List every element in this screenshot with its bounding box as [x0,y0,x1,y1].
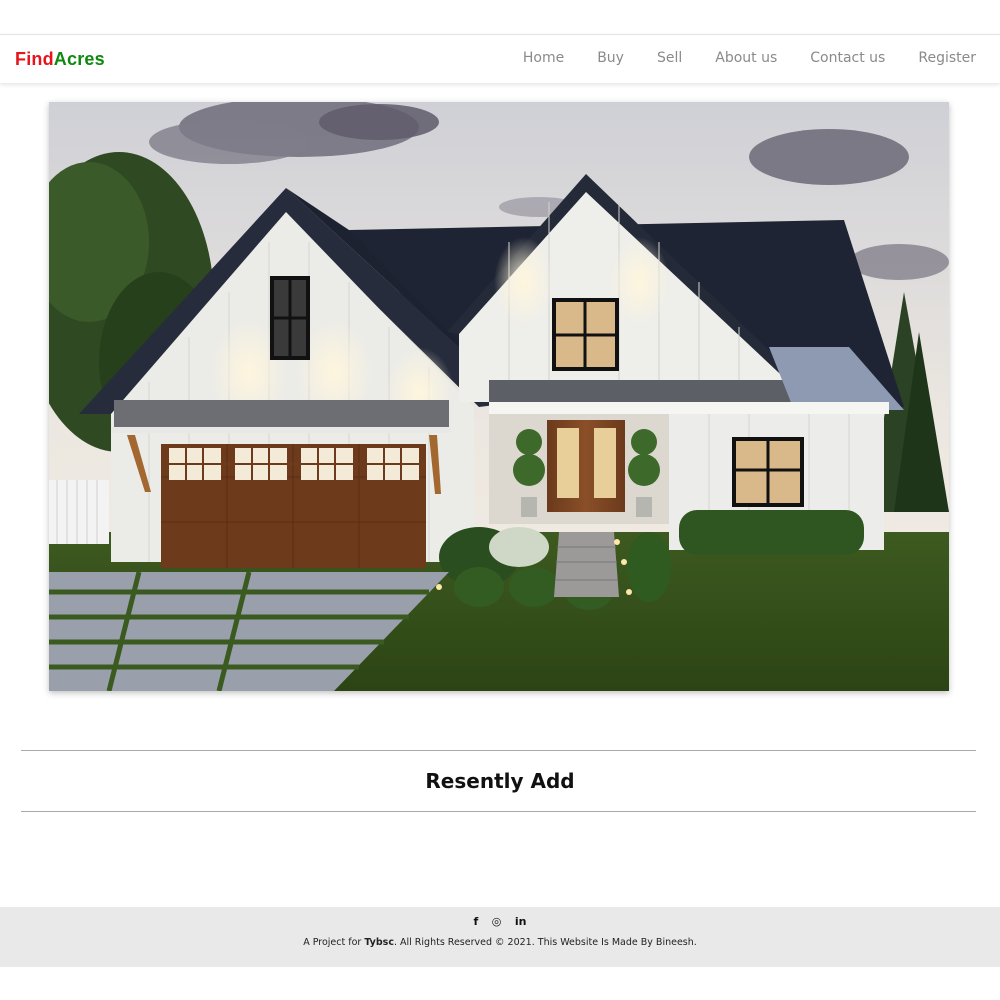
house-illustration [49,102,949,691]
brand-find: Find [15,49,54,69]
nav-buy-link[interactable]: Buy [597,50,624,66]
brand-logo[interactable]: FindAcres [15,49,105,70]
linkedin-icon[interactable]: in [515,915,527,928]
section-divider-top [21,750,976,751]
nav-links: Home Buy Sell About us Contact us Regist… [490,50,976,66]
brand-acres: Acres [53,49,105,69]
copyright-suffix: . All Rights Reserved © 2021. This Websi… [393,937,697,948]
recently-added-title: Resently Add [425,769,575,793]
nav-contact-link[interactable]: Contact us [810,50,885,66]
nav-home-link[interactable]: Home [523,50,564,66]
nav-sell-link[interactable]: Sell [657,50,682,66]
hero-house-image [49,102,949,691]
section-divider-bottom [21,811,976,812]
instagram-icon[interactable]: ◎ [492,915,502,928]
top-navbar: FindAcres Home Buy Sell About us Contact… [0,34,1000,83]
nav-register-link[interactable]: Register [918,50,976,66]
facebook-icon[interactable]: f [473,915,478,928]
footer: f ◎ in A Project for Tybsc. All Rights R… [0,907,1000,967]
copyright-prefix: A Project for [303,937,365,948]
copyright-project: Tybsc [364,937,394,948]
copyright-text: A Project for Tybsc. All Rights Reserved… [0,937,1000,948]
nav-about-link[interactable]: About us [715,50,777,66]
social-links: f ◎ in [0,915,1000,928]
